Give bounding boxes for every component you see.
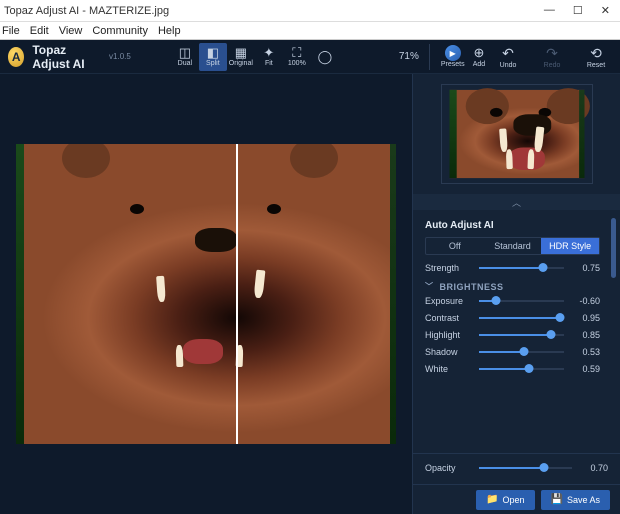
white-value: 0.59 <box>570 364 600 374</box>
save-icon: 💾 <box>551 494 563 505</box>
image-canvas[interactable] <box>0 74 412 514</box>
brightness-group-header[interactable]: ﹀BRIGHTNESS <box>425 281 600 292</box>
folder-icon: 📁 <box>486 494 498 505</box>
maximize-button[interactable]: ☐ <box>573 4 583 17</box>
original-icon: ▦ <box>235 46 247 59</box>
redo-icon: ↷ <box>546 45 558 62</box>
fit-icon: ✦ <box>263 46 274 59</box>
strength-slider-row: Strength 0.75 <box>425 263 600 273</box>
dual-icon: ◫ <box>179 46 191 59</box>
chevron-down-icon: ﹀ <box>425 281 434 292</box>
collapse-toggle[interactable]: ︿ <box>413 194 620 210</box>
undo-icon: ↶ <box>502 45 514 62</box>
strength-label: Strength <box>425 263 473 273</box>
view-dual-button[interactable]: ◫Dual <box>171 43 199 71</box>
shadow-slider[interactable] <box>479 351 564 353</box>
view-100-button[interactable]: ⛶100% <box>283 43 311 71</box>
app-toolbar: A Topaz Adjust AI v1.0.5 ◫Dual ◧Split ▦O… <box>0 40 620 74</box>
chevron-up-icon: ︿ <box>512 196 521 209</box>
add-button[interactable]: ⊕ Add <box>466 45 492 68</box>
circle-icon: ◯ <box>318 50 333 63</box>
menu-file[interactable]: File <box>2 25 20 37</box>
view-fit-button[interactable]: ✦Fit <box>255 43 283 71</box>
exposure-label: Exposure <box>425 296 473 306</box>
save-as-button[interactable]: 💾Save As <box>541 490 610 510</box>
contrast-value: 0.95 <box>570 313 600 323</box>
mode-standard[interactable]: Standard <box>484 238 542 254</box>
highlight-label: Highlight <box>425 330 473 340</box>
strength-value: 0.75 <box>570 263 600 273</box>
loading-indicator: ◯ <box>311 43 339 71</box>
app-version: v1.0.5 <box>109 52 131 61</box>
split-icon: ◧ <box>207 46 219 59</box>
presets-icon: ▶ <box>445 45 461 61</box>
preview-thumbnail[interactable] <box>441 84 593 184</box>
reset-button[interactable]: ⟲Reset <box>580 45 612 69</box>
contrast-slider[interactable] <box>479 317 564 319</box>
window-title: Topaz Adjust AI - MAZTERIZE.jpg <box>4 5 544 17</box>
mode-hdr[interactable]: HDR Style <box>541 238 599 254</box>
undo-button[interactable]: ↶Undo <box>492 45 524 69</box>
highlight-value: 0.85 <box>570 330 600 340</box>
add-icon: ⊕ <box>471 45 487 61</box>
adjustments-panel: ︿ Auto Adjust AI Off Standard HDR Style … <box>412 74 620 514</box>
exposure-value: -0.60 <box>570 296 600 306</box>
auto-adjust-title: Auto Adjust AI <box>425 220 600 231</box>
mode-off[interactable]: Off <box>426 238 484 254</box>
opacity-value: 0.70 <box>578 463 608 473</box>
scrollbar-thumb[interactable] <box>611 218 616 278</box>
app-name: Topaz Adjust AI <box>32 43 105 71</box>
menu-view[interactable]: View <box>59 25 83 37</box>
menu-help[interactable]: Help <box>158 25 181 37</box>
panel-footer: 📁Open 💾Save As <box>413 484 620 514</box>
window-titlebar: Topaz Adjust AI - MAZTERIZE.jpg — ☐ ✕ <box>0 0 620 22</box>
preview-area <box>413 74 620 194</box>
white-label: White <box>425 364 473 374</box>
white-slider[interactable] <box>479 368 564 370</box>
redo-button[interactable]: ↷Redo <box>536 45 568 69</box>
view-original-button[interactable]: ▦Original <box>227 43 255 71</box>
shadow-value: 0.53 <box>570 347 600 357</box>
view-split-button[interactable]: ◧Split <box>199 43 227 71</box>
strength-slider[interactable] <box>479 267 564 269</box>
hundred-icon: ⛶ <box>292 46 301 59</box>
zoom-level[interactable]: 71% <box>399 51 419 62</box>
working-image <box>16 144 396 444</box>
split-divider[interactable] <box>236 144 238 444</box>
mode-segmented-control: Off Standard HDR Style <box>425 237 600 255</box>
close-button[interactable]: ✕ <box>601 4 610 17</box>
opacity-label: Opacity <box>425 463 473 473</box>
menu-community[interactable]: Community <box>92 25 148 37</box>
minimize-button[interactable]: — <box>544 4 555 17</box>
opacity-slider[interactable] <box>479 467 572 469</box>
presets-button[interactable]: ▶ Presets <box>440 45 466 68</box>
reset-icon: ⟲ <box>590 45 602 62</box>
shadow-label: Shadow <box>425 347 473 357</box>
contrast-label: Contrast <box>425 313 473 323</box>
app-logo-icon: A <box>8 47 24 67</box>
exposure-slider[interactable] <box>479 300 564 302</box>
highlight-slider[interactable] <box>479 334 564 336</box>
open-button[interactable]: 📁Open <box>476 490 534 510</box>
menu-bar: File Edit View Community Help <box>0 22 620 40</box>
menu-edit[interactable]: Edit <box>30 25 49 37</box>
